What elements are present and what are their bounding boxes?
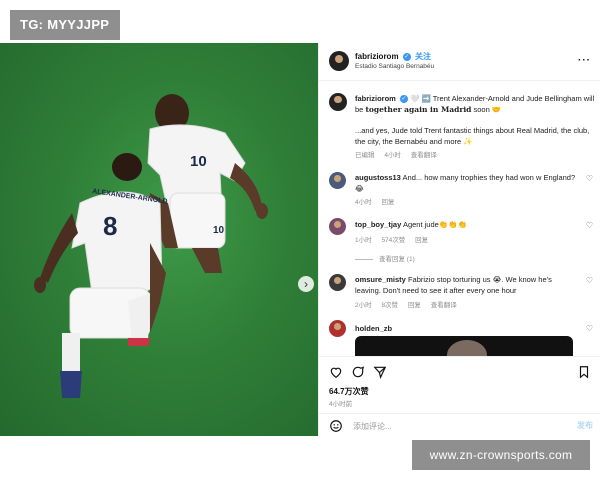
caption-username[interactable]: fabriziorom <box>355 94 396 103</box>
post-time: 4小时前 <box>329 401 353 408</box>
comment-media[interactable] <box>355 336 573 356</box>
comment-item: augustoss13 And... how many trophies the… <box>355 172 577 194</box>
post-photo[interactable]: 10 10 ALEXANDER-ARNOLD 8 › ◉ <box>0 43 318 436</box>
comment-username[interactable]: augustoss13 <box>355 173 401 182</box>
emoji-icon[interactable] <box>329 419 343 433</box>
comment-avatar[interactable] <box>329 218 346 235</box>
player-eight-number: 8 <box>103 211 117 241</box>
comment-avatar[interactable] <box>329 320 346 337</box>
next-photo-button[interactable]: › <box>298 276 314 292</box>
like-comment-icon[interactable]: ♡ <box>586 276 593 285</box>
comment-body: Agent jude👏👏👏 <box>402 220 467 229</box>
caption-meta: 已编辑 4小时 查看翻译 <box>355 149 445 159</box>
watermark-top: TG: MYYJJPP <box>10 10 120 40</box>
post-header: fabriziorom ✓ 关注 Estadio Santiago Bernab… <box>319 43 600 81</box>
like-comment-icon[interactable]: ♡ <box>586 221 593 230</box>
likes-count[interactable]: 64.7万次赞 <box>329 386 369 397</box>
like-icon[interactable] <box>329 365 343 379</box>
action-bar: 64.7万次赞 4小时前 发布 <box>319 356 600 436</box>
follow-button[interactable]: 关注 <box>415 52 431 61</box>
players-illustration: 10 10 ALEXANDER-ARNOLD 8 <box>34 94 268 398</box>
author-avatar[interactable] <box>329 51 349 71</box>
location-link[interactable]: Estadio Santiago Bernabéu <box>355 63 434 70</box>
edited-label: 已编辑 <box>355 152 375 159</box>
svg-text:10: 10 <box>213 225 225 236</box>
comment-input[interactable] <box>353 418 553 434</box>
verified-icon: ✓ <box>399 95 408 104</box>
caption-text: fabriziorom ✓ 🤍 ➡️ Trent Alexander-Arnol… <box>355 93 595 115</box>
more-icon[interactable]: ··· <box>578 55 591 66</box>
player-eight: ALEXANDER-ARNOLD 8 <box>34 153 168 398</box>
reply-link[interactable]: 回复 <box>381 199 394 206</box>
share-icon[interactable] <box>373 365 387 379</box>
player-ten-number: 10 <box>190 153 207 170</box>
comment-likes[interactable]: 574次赞 <box>381 237 405 244</box>
comment-time: 2小时 <box>355 302 372 309</box>
like-comment-icon[interactable]: ♡ <box>586 324 593 333</box>
post-comment-button[interactable]: 发布 <box>577 420 593 431</box>
comment-meta: 4小时 回复 <box>355 196 402 206</box>
author-line: fabriziorom ✓ 关注 <box>355 51 431 62</box>
comment-meta: 1小时 574次赞 回复 <box>355 234 436 244</box>
author-username[interactable]: fabriziorom <box>355 52 399 61</box>
comment-username[interactable]: holden_zb <box>355 324 392 333</box>
comment-avatar[interactable] <box>329 274 346 291</box>
comment-time: 4小时 <box>355 199 372 206</box>
comment-username[interactable]: omsure_misty <box>355 275 406 284</box>
comment-likes[interactable]: 8次赞 <box>381 302 398 309</box>
reply-link[interactable]: 回复 <box>408 302 421 309</box>
see-translation-link[interactable]: 查看翻译 <box>431 302 457 309</box>
post-side-panel: fabriziorom ✓ 关注 Estadio Santiago Bernab… <box>318 43 600 436</box>
like-comment-icon[interactable]: ♡ <box>586 174 593 183</box>
caption-text-bold: together again in Madrid <box>365 105 472 114</box>
comment-item: omsure_misty Fabrizio stop torturing us … <box>355 274 577 296</box>
comment-icon[interactable] <box>351 365 365 379</box>
reply-link[interactable]: 回复 <box>415 237 428 244</box>
caption-avatar[interactable] <box>329 93 347 111</box>
caption-text-post: soon 🤝 <box>473 105 502 114</box>
caption-time: 4小时 <box>384 152 401 159</box>
comment-item: top_boy_tjay Agent jude👏👏👏 <box>355 219 577 230</box>
bookmark-icon[interactable] <box>577 365 591 379</box>
caption-text-2: ...and yes, Jude told Trent fantastic th… <box>355 126 590 146</box>
player-ten: 10 10 <box>147 94 268 273</box>
verified-icon: ✓ <box>402 52 411 61</box>
comment-item: holden_zb <box>355 323 577 334</box>
see-translation-link[interactable]: 查看翻译 <box>411 152 437 159</box>
comment-username[interactable]: top_boy_tjay <box>355 220 401 229</box>
watermark-bottom: www.zn-crownsports.com <box>412 440 590 470</box>
comment-meta: 2小时 8次赞 回复 查看翻译 <box>355 299 465 309</box>
comment-bar: 发布 <box>319 413 600 437</box>
view-replies-link[interactable]: 查看回复 (1) <box>355 253 415 263</box>
comment-time: 1小时 <box>355 237 372 244</box>
comment-avatar[interactable] <box>329 172 346 189</box>
